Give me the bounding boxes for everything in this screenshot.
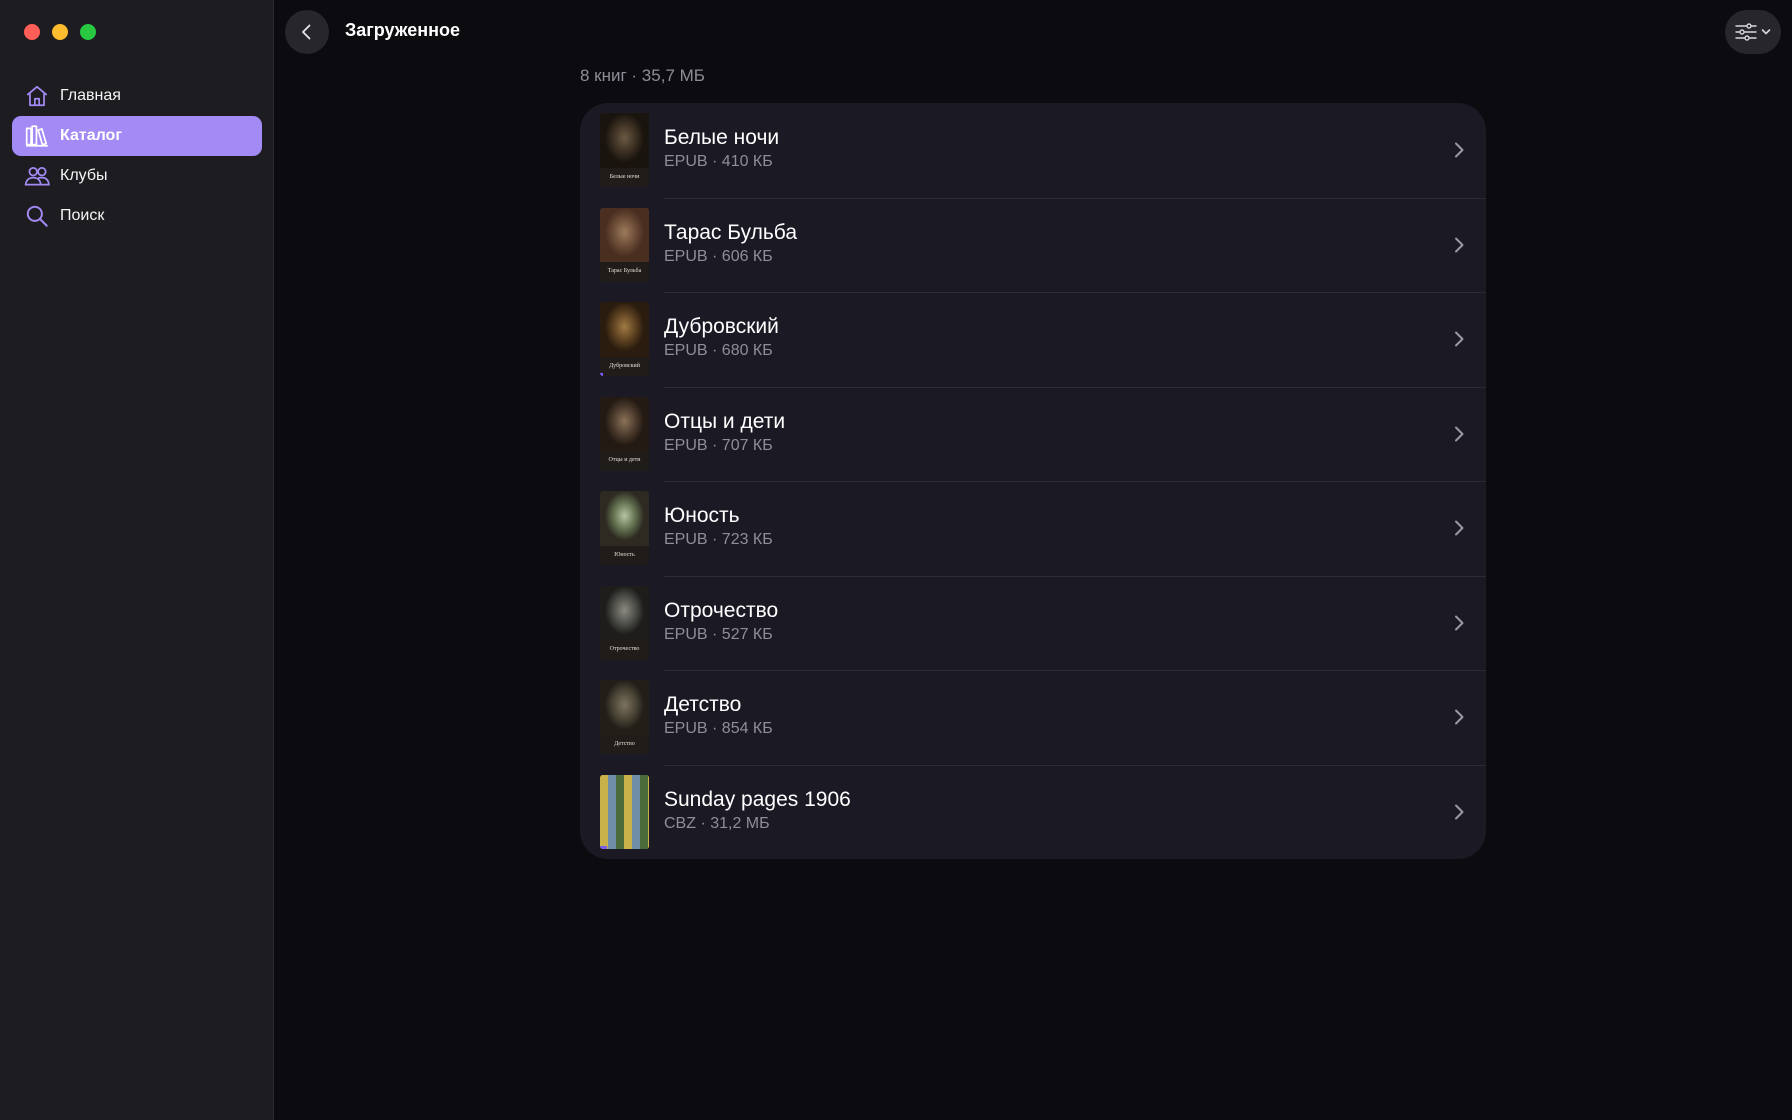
window-controls: [24, 24, 96, 40]
book-cover: Детство: [600, 680, 649, 754]
book-info: Белые ночи EPUB · 410 КБ: [664, 125, 779, 173]
cover-caption: Белые ночи: [600, 167, 649, 187]
cover-art: [600, 774, 649, 849]
sidebar-item-label: Каталог: [60, 127, 122, 144]
book-row[interactable]: Юность Юность EPUB · 723 КБ: [580, 481, 1486, 576]
library-icon: [24, 123, 50, 149]
cover-caption: Дубровский: [600, 356, 649, 376]
book-info: Юность EPUB · 723 КБ: [664, 503, 773, 551]
sidebar: Главная Каталог Клубы Поиск: [0, 0, 274, 1120]
cover-caption: Отрочество: [600, 640, 649, 660]
book-title: Детство: [664, 693, 742, 716]
app-window: Главная Каталог Клубы Поиск Загруженное …: [0, 0, 1792, 1120]
cover-art: [600, 207, 649, 263]
sidebar-item-label: Главная: [60, 87, 121, 104]
cover-caption: Детство: [600, 734, 649, 754]
book-cover: Отцы и дети: [600, 396, 649, 471]
book-cover: Юность: [600, 491, 649, 565]
cover-art: [600, 302, 649, 357]
book-meta: EPUB · 680 КБ: [664, 342, 773, 359]
book-title: Отцы и дети: [664, 409, 786, 433]
chevron-right-icon: [1455, 804, 1464, 819]
search-icon: [24, 203, 50, 229]
sidebar-item-label: Поиск: [60, 207, 105, 224]
book-cover: Отрочество: [600, 585, 649, 660]
sidebar-item-search[interactable]: Поиск: [12, 196, 262, 236]
chevron-down-icon: [1761, 29, 1771, 35]
sidebar-item-label: Клубы: [60, 167, 108, 184]
chevron-right-icon: [1455, 237, 1464, 252]
book-meta: EPUB · 723 КБ: [664, 531, 773, 548]
downloads-summary: 8 книг · 35,7 МБ: [580, 66, 705, 85]
book-info: Дубровский EPUB · 680 КБ: [664, 314, 779, 362]
reading-progress-bar: [600, 373, 603, 376]
book-cover: Дубровский: [600, 302, 649, 376]
book-row[interactable]: Тарас Бульба Тарас Бульба EPUB · 606 КБ: [580, 197, 1486, 293]
chevron-right-icon: [1455, 426, 1464, 441]
chevron-right-icon: [1455, 331, 1464, 347]
maximize-window-button[interactable]: [80, 24, 96, 40]
chevron-right-icon: [1455, 520, 1464, 536]
book-info: Тарас Бульба EPUB · 606 КБ: [664, 220, 797, 268]
book-meta: EPUB · 410 КБ: [664, 153, 773, 170]
book-cover: Тарас Бульба: [600, 207, 649, 282]
page-title: Загруженное: [345, 20, 461, 40]
book-info: Отрочество EPUB · 527 КБ: [664, 598, 778, 646]
sidebar-item-home[interactable]: Главная: [12, 76, 262, 116]
book-title: Отрочество: [664, 598, 779, 622]
book-title: Тарас Бульба: [664, 220, 798, 244]
minimize-window-button[interactable]: [52, 24, 68, 40]
chevron-left-icon: [302, 24, 311, 40]
sliders-icon: [1735, 23, 1757, 41]
book-info: Sunday pages 1906 CBZ · 31,2 МБ: [664, 787, 851, 835]
book-meta: CBZ · 31,2 МБ: [664, 814, 770, 832]
chevron-right-icon: [1455, 142, 1464, 158]
book-row[interactable]: Sunday pages 1906 CBZ · 31,2 МБ: [580, 764, 1486, 860]
book-row[interactable]: Белые ночи Белые ночи EPUB · 410 КБ: [580, 103, 1486, 198]
book-info: Отцы и дети EPUB · 707 КБ: [664, 409, 785, 457]
book-title: Юность: [664, 504, 740, 527]
book-meta: EPUB · 854 КБ: [664, 720, 773, 737]
cover-art: [600, 113, 649, 168]
reading-progress-bar: [600, 845, 608, 849]
chevron-right-icon: [1455, 709, 1464, 725]
book-list: Белые ночи Белые ночи EPUB · 410 КБ Тара…: [580, 103, 1486, 859]
cover-caption: Отцы и дети: [600, 451, 649, 471]
cover-caption: Тарас Бульба: [600, 262, 649, 282]
book-row[interactable]: Детство Детство EPUB · 854 КБ: [580, 670, 1486, 765]
cover-art: [600, 585, 649, 641]
home-icon: [24, 83, 50, 109]
filter-menu-button[interactable]: [1725, 10, 1781, 54]
sidebar-item-catalog[interactable]: Каталог: [12, 116, 262, 156]
people-icon: [24, 163, 50, 189]
book-row[interactable]: Отцы и дети Отцы и дети EPUB · 707 КБ: [580, 386, 1486, 482]
cover-art: [600, 396, 649, 452]
book-cover: Белые ночи: [600, 113, 649, 187]
book-meta: EPUB · 606 КБ: [664, 247, 773, 265]
book-title: Sunday pages 1906: [664, 787, 851, 811]
chevron-right-icon: [1455, 615, 1464, 630]
book-cover: [600, 774, 649, 849]
book-title: Дубровский: [664, 315, 779, 338]
sidebar-nav: Главная Каталог Клубы Поиск: [12, 76, 262, 236]
book-title: Белые ночи: [664, 126, 780, 149]
book-meta: EPUB · 707 КБ: [664, 436, 773, 454]
cover-art: [600, 491, 649, 546]
book-info: Детство EPUB · 854 КБ: [664, 692, 773, 740]
book-row[interactable]: Дубровский Дубровский EPUB · 680 КБ: [580, 292, 1486, 387]
back-button[interactable]: [285, 10, 329, 54]
book-meta: EPUB · 527 КБ: [664, 625, 773, 643]
close-window-button[interactable]: [24, 24, 40, 40]
cover-caption: Юность: [600, 545, 649, 565]
cover-art: [600, 680, 649, 735]
sidebar-item-clubs[interactable]: Клубы: [12, 156, 262, 196]
book-row[interactable]: Отрочество Отрочество EPUB · 527 КБ: [580, 575, 1486, 671]
